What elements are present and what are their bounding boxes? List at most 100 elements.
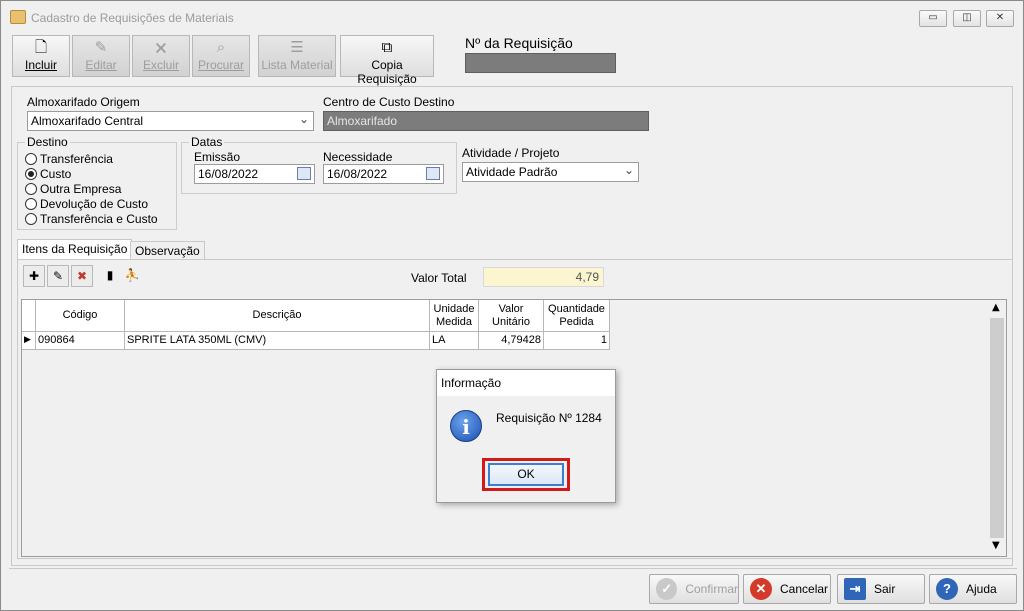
radio-label: Custo [40,167,72,181]
help-icon: ? [936,578,958,600]
centro-custo-field[interactable]: Almoxarifado [323,111,649,131]
cancelar-button[interactable]: ✕ Cancelar [743,574,831,604]
radio-label: Outra Empresa [40,182,122,196]
barcode-icon: ▮ [106,268,114,282]
tab-itens[interactable]: Itens da Requisição [17,239,133,260]
ok-button[interactable]: OK [488,463,564,486]
cell-descricao[interactable]: SPRITE LATA 350ML (CMV) [125,332,430,350]
chevron-down-icon: ⌄ [623,163,634,177]
confirmar-button[interactable]: ✓ Confirmar [649,574,739,604]
col-unidade[interactable]: Unidade Medida [430,300,479,332]
col-codigo[interactable]: Código [36,300,125,332]
radio-devolucao-custo[interactable]: Devolução de Custo [25,197,148,211]
info-icon: i [450,410,482,442]
radio-outra-empresa[interactable]: Outra Empresa [25,182,121,196]
calendar-icon[interactable] [297,167,311,180]
delete-item-icon: ✖ [76,269,88,283]
almox-origem-label: Almoxarifado Origem [27,95,140,109]
col-valor[interactable]: Valor Unitário [479,300,544,332]
sair-label: Sair [874,582,896,596]
radio-transferencia-custo[interactable]: Transferência e Custo [25,212,158,226]
new-document-icon: 🗋 [34,39,48,56]
valor-total-label: Valor Total [411,271,467,285]
sair-button[interactable]: ⇥ Sair [837,574,925,604]
tab-observacao[interactable]: Observação [130,241,205,260]
edit-item-button[interactable]: ✎ [47,265,69,287]
emissao-label: Emissão [194,150,241,164]
almox-origem-select[interactable]: Almoxarifado Central ⌄ [27,111,314,131]
excluir-label: Excluir [142,58,179,72]
edit-item-icon: ✎ [52,269,64,283]
datas-title: Datas [189,135,225,149]
cell-valor[interactable]: 4,79428 [479,332,544,350]
cancel-icon: ✕ [750,578,772,600]
atividade-select[interactable]: Atividade Padrão ⌄ [462,162,639,182]
editar-button[interactable]: ✎ Editar [72,35,130,77]
lista-material-button[interactable]: ☰ Lista Material [258,35,336,77]
emissao-value: 16/08/2022 [198,167,259,181]
atividade-value: Atividade Padrão [466,165,558,179]
row-indicator-header [22,300,36,332]
delete-document-icon: 🗙 [155,39,167,56]
procurar-label: Procurar [197,58,244,72]
main-window: Cadastro de Requisições de Materiais ▭ ◫… [0,0,1024,611]
exit-door-icon: ⇥ [844,578,866,600]
cancelar-label: Cancelar [780,582,829,596]
radio-label: Devolução de Custo [40,197,149,211]
exit-item-button[interactable]: ⛹ [121,265,143,287]
minimize-button[interactable]: ▭ [919,10,947,27]
radio-label: Transferência [40,152,113,166]
copia-requisicao-label: Copia Requisição [357,58,417,86]
close-button[interactable]: ✕ [986,10,1014,27]
col-descricao[interactable]: Descrição [125,300,430,332]
necessidade-field[interactable]: 16/08/2022 [323,164,444,184]
radio-circle-selected [25,168,37,180]
necessidade-label: Necessidade [323,150,393,164]
barcode-button[interactable]: ▮ [99,265,121,287]
editar-label: Editar [85,58,117,72]
list-icon: ☰ [290,39,304,56]
walk-icon: ⛹ [124,268,140,282]
ajuda-button[interactable]: ? Ajuda [929,574,1017,604]
cell-quantidade[interactable]: 1 [544,332,610,350]
calendar-icon[interactable] [426,167,440,180]
requisicao-label: Nº da Requisição [465,35,573,51]
col-quantidade[interactable]: Quantidade Pedida [544,300,610,332]
scroll-thumb[interactable] [990,318,1004,538]
cell-codigo[interactable]: 090864 [36,332,125,350]
requisicao-field [465,53,616,73]
destino-title: Destino [25,135,70,149]
edit-document-icon: ✎ [94,39,108,56]
chevron-down-icon: ⌄ [298,112,309,126]
add-item-icon: ✚ [28,269,40,283]
add-item-button[interactable]: ✚ [23,265,45,287]
lista-material-label: Lista Material [261,58,333,72]
app-icon [10,10,26,24]
copia-requisicao-button[interactable]: ⧉ Copia Requisição [340,35,434,86]
radio-circle [25,213,37,225]
dialog-title: Informação [437,370,615,396]
confirmar-label: Confirmar [685,582,738,596]
cell-unidade[interactable]: LA [430,332,479,350]
scroll-up-icon[interactable]: ▲ [992,302,1000,313]
procurar-button[interactable]: ⌕ Procurar [192,35,250,77]
scroll-down-icon[interactable]: ▼ [992,540,1000,551]
title-bar: Cadastro de Requisições de Materiais ▭ ◫… [1,1,1023,33]
row-pointer-icon: ▶ [22,332,36,350]
necessidade-value: 16/08/2022 [327,167,388,181]
radio-transferencia[interactable]: Transferência [25,152,113,166]
restore-button[interactable]: ◫ [953,10,981,27]
dialog-message: Requisição Nº 1284 [496,411,602,425]
copy-icon: ⧉ [381,39,393,56]
window-title: Cadastro de Requisições de Materiais [31,11,234,25]
radio-circle [25,198,37,210]
excluir-button[interactable]: 🗙 Excluir [132,35,190,77]
emissao-field[interactable]: 16/08/2022 [194,164,315,184]
radio-custo[interactable]: Custo [25,167,71,181]
incluir-button[interactable]: 🗋 Incluir [12,35,70,77]
atividade-label: Atividade / Projeto [462,146,560,160]
delete-item-button[interactable]: ✖ [71,265,93,287]
incluir-label: Incluir [24,58,57,72]
ajuda-label: Ajuda [966,582,997,596]
bottom-divider [9,568,1017,569]
